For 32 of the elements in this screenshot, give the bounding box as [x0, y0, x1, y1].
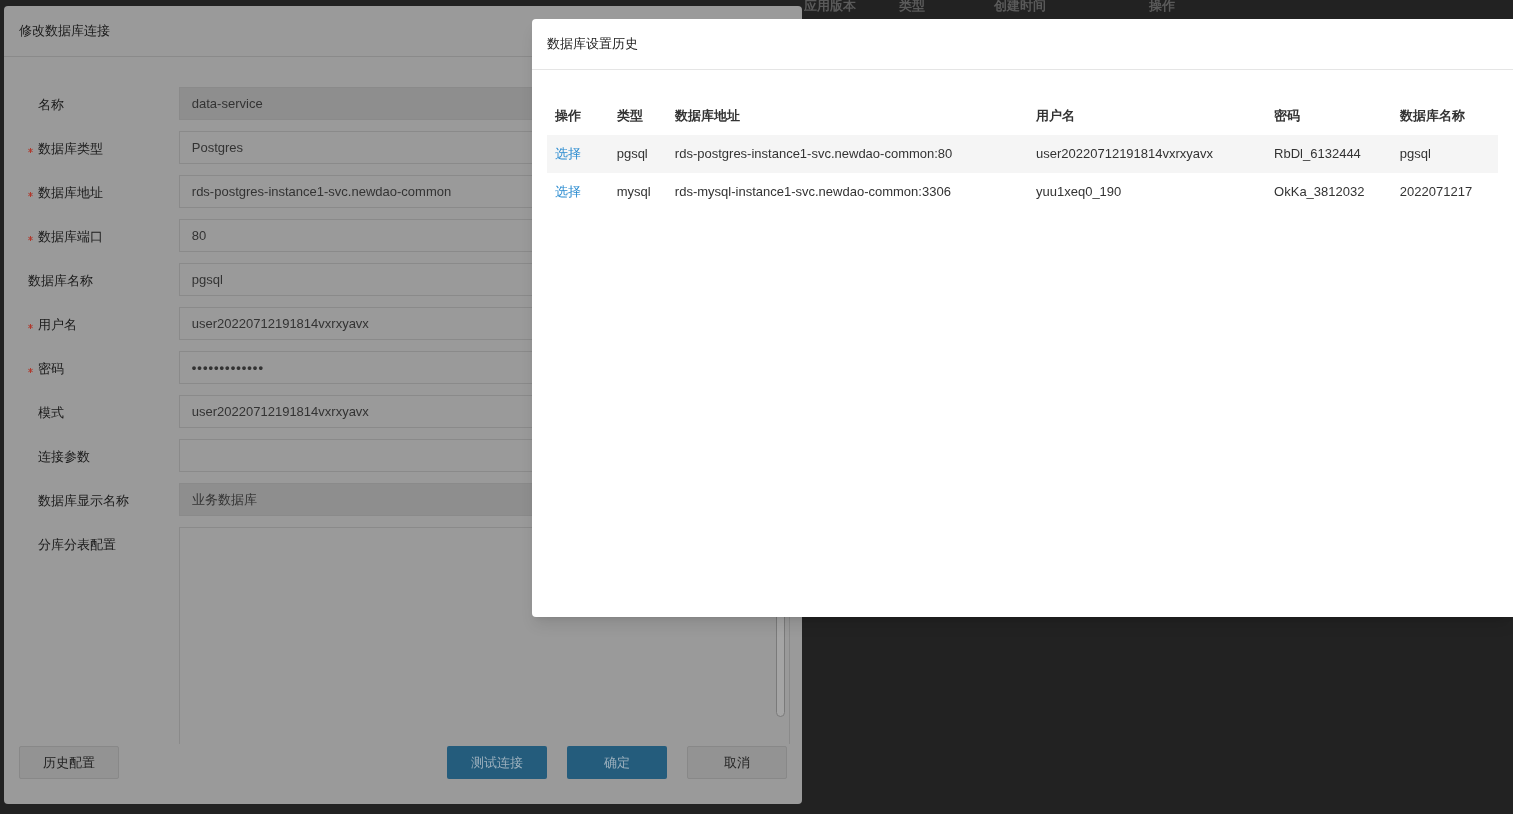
table-cell: 2022071217 — [1391, 173, 1498, 211]
column-header: 密码 — [1266, 97, 1392, 135]
select-link[interactable]: 选择 — [555, 146, 581, 162]
column-header: 操作 — [1149, 0, 1175, 14]
field-label: 数据库类型 — [38, 140, 103, 158]
table-cell: pgsql — [608, 135, 667, 173]
field-label: 数据库地址 — [38, 184, 103, 202]
field-label: 连接参数 — [38, 448, 90, 466]
dialog-button[interactable]: 测试连接 — [447, 746, 547, 779]
table-cell: user20220712191814vxrxyavx — [1028, 135, 1267, 173]
field-label: 分库分表配置 — [38, 536, 116, 554]
field-label: 模式 — [38, 404, 64, 422]
dialog-button[interactable]: 取消 — [687, 746, 787, 779]
dialog-title: 数据库设置历史 — [547, 35, 638, 54]
column-header: 数据库名称 — [1391, 97, 1498, 135]
table-cell: yuu1xeq0_190 — [1028, 173, 1267, 211]
column-header: 用户名 — [1028, 97, 1267, 135]
table-cell: pgsql — [1391, 135, 1498, 173]
table-cell: mysql — [608, 173, 667, 211]
field-label: 数据库端口 — [38, 228, 103, 246]
field-label: 用户名 — [38, 316, 77, 334]
dialog-title: 修改数据库连接 — [19, 22, 110, 41]
table-cell: OkKa_3812032 — [1266, 173, 1392, 211]
table-cell: RbDl_6132444 — [1266, 135, 1392, 173]
field-label: 名称 — [38, 96, 64, 114]
field-label: 数据库显示名称 — [38, 492, 129, 510]
select-link[interactable]: 选择 — [555, 184, 581, 200]
field-label: 密码 — [38, 360, 64, 378]
dialog-button[interactable]: 确定 — [567, 746, 667, 779]
field-label: 数据库名称 — [28, 272, 93, 290]
dialog-button[interactable]: 历史配置 — [19, 746, 119, 779]
table-cell: rds-postgres-instance1-svc.newdao-common:80 — [666, 135, 1028, 173]
